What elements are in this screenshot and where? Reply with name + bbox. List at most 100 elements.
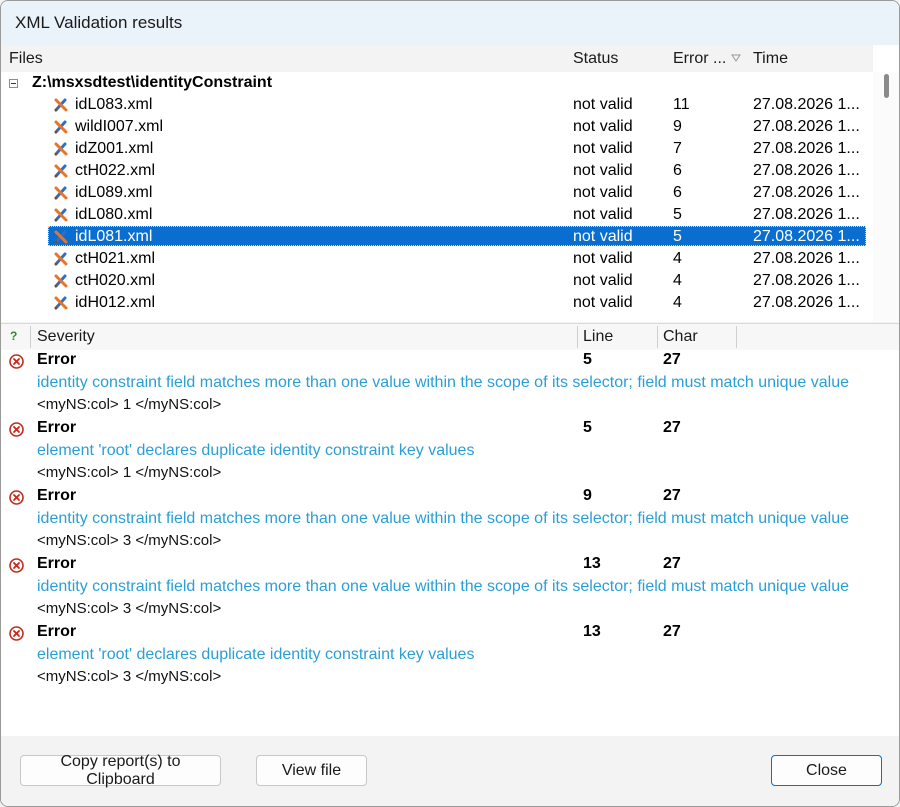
file-status: not valid (573, 250, 633, 267)
column-header-line[interactable]: Line (583, 328, 613, 346)
close-button[interactable]: Close (771, 755, 882, 786)
message-item[interactable]: Error 9 27 identity constraint field matche… (1, 486, 899, 554)
file-name: idZ001.xml (75, 140, 154, 157)
file-error-count: 5 (673, 206, 682, 223)
sort-indicator-icon (731, 54, 741, 62)
file-name: ctH021.xml (75, 250, 156, 267)
file-name: wildI007.xml (75, 118, 164, 135)
message-severity: Error (37, 555, 77, 572)
help-icon[interactable]: ? (10, 329, 17, 343)
message-text-link[interactable]: identity constraint field matches more t… (37, 578, 849, 596)
error-circle-icon (9, 354, 24, 369)
file-name: ctH022.xml (75, 162, 156, 179)
file-status: not valid (573, 96, 633, 113)
tree-collapse-icon[interactable] (9, 79, 18, 88)
dialog-title: XML Validation results (15, 13, 183, 32)
file-status: not valid (573, 294, 633, 311)
message-severity: Error (37, 487, 77, 504)
invalid-xml-file-icon (53, 229, 69, 245)
file-row[interactable]: idL089.xml not valid 6 27.08.2026 1... (1, 182, 873, 204)
message-item[interactable]: Error 13 27 element 'root' declares duplica… (1, 622, 899, 690)
file-row[interactable]: idH012.xml not valid 4 27.08.2026 1... (1, 292, 873, 314)
messages-header: ? Severity Line Char (1, 323, 899, 351)
error-circle-icon (9, 490, 24, 505)
column-header-status[interactable]: Status (573, 50, 618, 68)
files-list-header: Files Status Error ... Time (1, 45, 873, 72)
column-header-files[interactable]: Files (9, 50, 43, 68)
file-row[interactable]: ctH022.xml not valid 6 27.08.2026 1... (1, 160, 873, 182)
invalid-xml-file-icon (53, 163, 69, 179)
file-error-count: 5 (673, 228, 682, 245)
file-error-count: 4 (673, 272, 682, 289)
message-text-link[interactable]: element 'root' declares duplicate identi… (37, 646, 474, 664)
message-char: 27 (663, 351, 681, 368)
file-row[interactable]: idL081.xml not valid 5 27.08.2026 1... (1, 226, 873, 248)
invalid-xml-file-icon (53, 97, 69, 113)
invalid-xml-file-icon (53, 251, 69, 267)
files-scrollbar-thumb[interactable] (884, 74, 889, 98)
message-code-snippet: <myNS:col> 3 </myNS:col> (37, 600, 222, 617)
invalid-xml-file-icon (53, 207, 69, 223)
xml-validation-dialog: XML Validation results Files Status Erro… (0, 0, 900, 807)
error-circle-icon (9, 626, 24, 641)
file-time: 27.08.2026 1... (753, 140, 859, 157)
file-row[interactable]: idL083.xml not valid 11 27.08.2026 1... (1, 94, 873, 116)
message-text-link[interactable]: element 'root' declares duplicate identi… (37, 442, 474, 460)
error-circle-icon (9, 422, 24, 437)
message-severity: Error (37, 419, 77, 436)
file-error-count: 6 (673, 184, 682, 201)
file-row[interactable]: idZ001.xml not valid 7 27.08.2026 1... (1, 138, 873, 160)
column-header-errors[interactable]: Error ... (673, 50, 726, 68)
message-char: 27 (663, 555, 681, 572)
files-scrollbar[interactable] (873, 72, 899, 322)
message-item[interactable]: Error 13 27 identity constraint field match… (1, 554, 899, 622)
message-text-link[interactable]: identity constraint field matches more t… (37, 510, 849, 528)
messages-list-panel: Error 5 27 identity constraint field matche… (1, 350, 899, 736)
file-row[interactable]: idL080.xml not valid 5 27.08.2026 1... (1, 204, 873, 226)
message-line: 5 (583, 351, 592, 368)
root-folder-label: Z:\msxsdtest\identityConstraint (32, 74, 273, 91)
message-code-snippet: <myNS:col> 3 </myNS:col> (37, 668, 222, 685)
file-status: not valid (573, 140, 633, 157)
file-name: idH012.xml (75, 294, 156, 311)
file-status: not valid (573, 206, 633, 223)
column-separator[interactable] (736, 326, 737, 348)
file-time: 27.08.2026 1... (753, 96, 859, 113)
file-error-count: 7 (673, 140, 682, 157)
message-item[interactable]: Error 5 27 element 'root' declares duplicat… (1, 418, 899, 486)
message-code-snippet: <myNS:col> 1 </myNS:col> (37, 464, 222, 481)
message-code-snippet: <myNS:col> 1 </myNS:col> (37, 396, 222, 413)
message-item[interactable]: Error 5 27 identity constraint field matche… (1, 350, 899, 418)
invalid-xml-file-icon (53, 273, 69, 289)
file-error-count: 4 (673, 250, 682, 267)
column-header-time[interactable]: Time (753, 50, 788, 68)
column-separator[interactable] (577, 326, 578, 348)
message-line: 13 (583, 555, 601, 572)
file-status: not valid (573, 162, 633, 179)
file-row[interactable]: ctH021.xml not valid 4 27.08.2026 1... (1, 248, 873, 270)
column-separator[interactable] (30, 326, 31, 348)
file-row[interactable]: ctH020.xml not valid 4 27.08.2026 1... (1, 270, 873, 292)
file-name: idL089.xml (75, 184, 153, 201)
message-text-link[interactable]: identity constraint field matches more t… (37, 374, 849, 392)
copy-report-button[interactable]: Copy report(s) to Clipboard (20, 753, 221, 788)
column-header-char[interactable]: Char (663, 328, 698, 346)
file-status: not valid (573, 184, 633, 201)
file-time: 27.08.2026 1... (753, 228, 859, 245)
message-char: 27 (663, 419, 681, 436)
message-line: 9 (583, 487, 592, 504)
message-char: 27 (663, 623, 681, 640)
column-header-severity[interactable]: Severity (37, 328, 95, 346)
file-name: idL083.xml (75, 96, 153, 113)
tree-root-folder[interactable]: Z:\msxsdtest\identityConstraint (1, 72, 873, 94)
message-char: 27 (663, 487, 681, 504)
file-time: 27.08.2026 1... (753, 206, 859, 223)
file-time: 27.08.2026 1... (753, 250, 859, 267)
view-file-button[interactable]: View file (256, 755, 367, 786)
title-bar[interactable]: XML Validation results (1, 1, 899, 45)
invalid-xml-file-icon (53, 185, 69, 201)
file-row[interactable]: wildI007.xml not valid 9 27.08.2026 1... (1, 116, 873, 138)
message-code-snippet: <myNS:col> 3 </myNS:col> (37, 532, 222, 549)
message-severity: Error (37, 623, 77, 640)
column-separator[interactable] (657, 326, 658, 348)
